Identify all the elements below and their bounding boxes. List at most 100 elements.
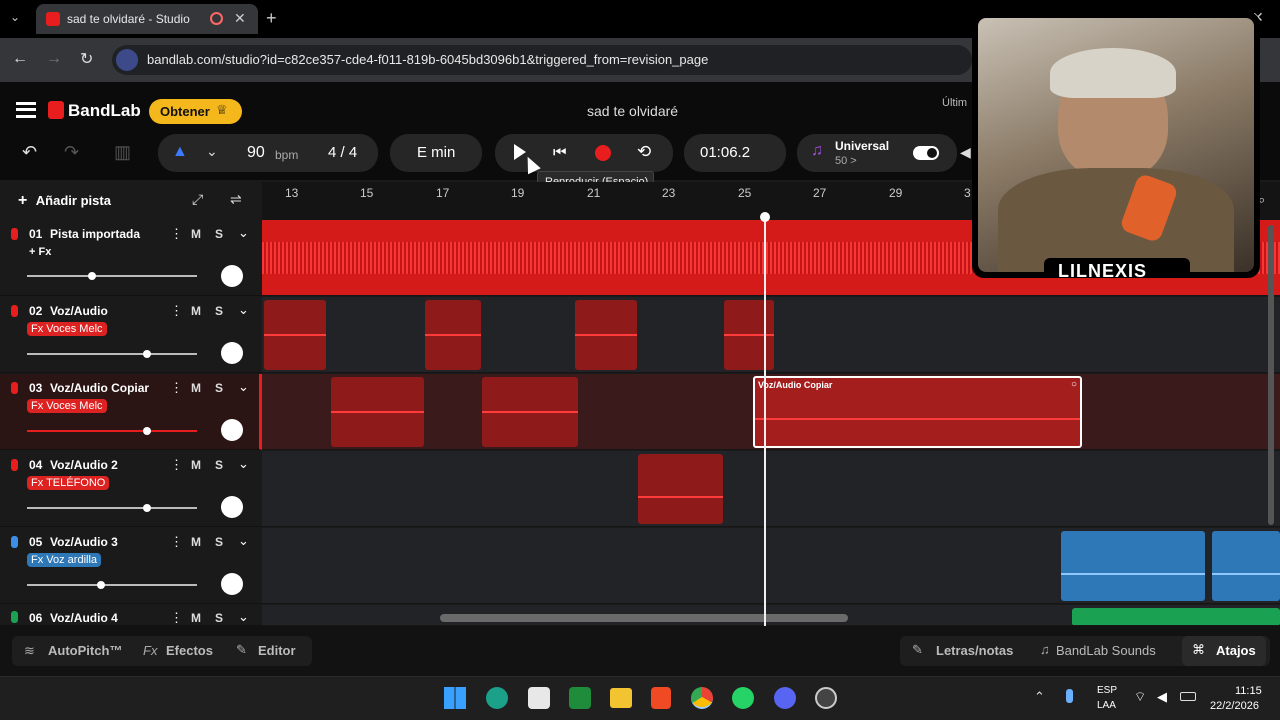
mute-button[interactable]: M	[191, 381, 201, 395]
efectos-button[interactable]: Efectos	[166, 643, 213, 658]
language-line-1[interactable]: ESP	[1097, 685, 1117, 696]
tab-list-chevron-icon[interactable]: ⌄	[10, 10, 28, 28]
expand-chevron-icon[interactable]: ⌄	[238, 456, 249, 472]
sounds-button[interactable]: BandLab Sounds	[1056, 643, 1156, 658]
clip-loop-icon[interactable]: ○	[1071, 379, 1077, 390]
track-name[interactable]: Voz/Audio 4	[50, 611, 118, 625]
track-name[interactable]: Voz/Audio Copiar	[50, 381, 149, 395]
volume-slider-handle[interactable]	[143, 350, 151, 358]
metronome-chevron-down-icon[interactable]: ⌄	[206, 143, 218, 160]
url-field[interactable]: bandlab.com/studio?id=c82ce357-cde4-f011…	[112, 45, 972, 75]
solo-button[interactable]: S	[215, 535, 223, 549]
redo-icon[interactable]: ↷	[64, 142, 79, 163]
pan-knob[interactable]	[221, 419, 243, 441]
track-options-icon[interactable]: ⋮	[170, 380, 183, 396]
universal-toggle[interactable]	[913, 146, 939, 160]
pan-knob[interactable]	[221, 342, 243, 364]
browser-tab[interactable]: sad te olvidaré - Studio ✕	[36, 4, 258, 34]
tray-expand-icon[interactable]: ⌃	[1034, 689, 1045, 705]
audio-clip[interactable]	[1212, 531, 1280, 601]
record-icon[interactable]	[595, 145, 611, 161]
audio-clip[interactable]	[638, 454, 723, 524]
track-name[interactable]: Voz/Audio 2	[50, 458, 118, 472]
discord-icon[interactable]	[774, 687, 796, 709]
track-fx-button[interactable]: + Fx	[29, 246, 51, 258]
track-header-6[interactable]: 06 Voz/Audio 4 ⋮ M S ⌄	[0, 605, 262, 626]
volume-slider-handle[interactable]	[143, 504, 151, 512]
key-selector[interactable]: E min	[390, 134, 482, 172]
horizontal-scrollbar[interactable]	[440, 614, 848, 622]
track-lane-2[interactable]	[262, 297, 1280, 373]
new-tab-icon[interactable]: +	[266, 8, 277, 29]
atajos-button[interactable]: ⌘ Atajos	[1182, 636, 1266, 666]
mic-icon[interactable]	[11, 382, 18, 394]
mic-icon[interactable]	[11, 459, 18, 471]
speaker-icon[interactable]: ◀	[1157, 689, 1167, 705]
chrome-icon[interactable]	[691, 687, 713, 709]
track-lane-4[interactable]	[262, 451, 1280, 527]
xbox-icon[interactable]	[569, 687, 591, 709]
track-options-icon[interactable]: ⋮	[170, 610, 183, 626]
audio-clip[interactable]	[724, 300, 774, 370]
track-fx-badge[interactable]: Fx TELÉFONO	[27, 476, 110, 490]
playhead-handle[interactable]	[760, 212, 770, 222]
time-signature[interactable]: 4 / 4	[328, 144, 357, 161]
back-arrow-icon[interactable]: ←	[12, 50, 28, 68]
project-title[interactable]: sad te olvidaré	[587, 103, 678, 119]
pan-knob[interactable]	[221, 265, 243, 287]
track-header-5[interactable]: 05 Voz/Audio 3 Fx Voz ardilla ⋮ M S ⌄	[0, 528, 262, 604]
selected-audio-clip[interactable]: Voz/Audio Copiar ○	[753, 376, 1082, 448]
track-fx-badge[interactable]: Fx Voces Melc	[27, 322, 107, 336]
clock-date[interactable]: 22/2/2026	[1210, 700, 1259, 712]
mixer-icon[interactable]: ▥	[114, 142, 131, 163]
bpm-value[interactable]: 90	[247, 144, 265, 162]
track-options-icon[interactable]: ⋮	[170, 457, 183, 473]
volume-slider-handle[interactable]	[143, 427, 151, 435]
edge-icon[interactable]	[486, 687, 508, 709]
windows-start-icon[interactable]	[444, 687, 466, 709]
track-header-1[interactable]: 01 Pista importada + Fx ⋮ M S ⌄	[0, 220, 262, 296]
expand-chevron-icon[interactable]: ⌄	[238, 379, 249, 395]
mute-button[interactable]: M	[191, 304, 201, 318]
forward-arrow-icon[interactable]: →	[46, 50, 62, 68]
automation-icon[interactable]: ⤢	[192, 191, 203, 208]
obtener-button[interactable]: Obtener ♕	[149, 99, 242, 124]
undo-icon[interactable]: ↶	[22, 142, 37, 163]
store-icon[interactable]	[528, 687, 550, 709]
track-name[interactable]: Voz/Audio 3	[50, 535, 118, 549]
audio-clip[interactable]	[331, 377, 424, 447]
mute-button[interactable]: M	[191, 611, 201, 625]
loop-icon[interactable]: ⟲	[637, 142, 651, 162]
hamburger-menu-icon[interactable]	[16, 102, 36, 118]
track-options-icon[interactable]: ⋮	[170, 226, 183, 242]
track-header-3[interactable]: 03 Voz/Audio Copiar Fx Voces Melc ⋮ M S …	[0, 374, 262, 450]
volume-icon[interactable]: ◀	[960, 144, 971, 161]
audio-clip[interactable]	[425, 300, 481, 370]
audio-clip[interactable]	[575, 300, 637, 370]
add-track-button[interactable]: + Añadir pista	[18, 192, 111, 210]
mic-icon[interactable]	[11, 611, 18, 623]
track-name[interactable]: Voz/Audio	[50, 304, 108, 318]
solo-button[interactable]: S	[215, 458, 223, 472]
brave-icon[interactable]	[651, 687, 671, 709]
track-lane-5[interactable]	[262, 528, 1280, 604]
track-settings-icon[interactable]: ⇌	[230, 191, 242, 208]
audio-clip[interactable]	[482, 377, 578, 447]
obs-icon[interactable]	[815, 687, 837, 709]
metronome-icon[interactable]: ▲	[172, 143, 188, 161]
audio-clip[interactable]	[1072, 608, 1280, 625]
tray-mic-icon[interactable]	[1066, 689, 1073, 703]
mute-button[interactable]: M	[191, 535, 201, 549]
volume-slider[interactable]	[27, 275, 197, 277]
file-explorer-icon[interactable]	[610, 688, 632, 708]
track-header-2[interactable]: 02 Voz/Audio Fx Voces Melc ⋮ M S ⌄	[0, 297, 262, 373]
solo-button[interactable]: S	[215, 381, 223, 395]
track-options-icon[interactable]: ⋮	[170, 303, 183, 319]
track-fx-badge[interactable]: Fx Voz ardilla	[27, 553, 102, 567]
expand-chevron-icon[interactable]: ⌄	[238, 609, 249, 625]
site-info-icon[interactable]	[116, 49, 138, 71]
language-line-2[interactable]: LAA	[1097, 700, 1116, 711]
pan-knob[interactable]	[221, 573, 243, 595]
whatsapp-icon[interactable]	[732, 687, 754, 709]
mute-button[interactable]: M	[191, 458, 201, 472]
